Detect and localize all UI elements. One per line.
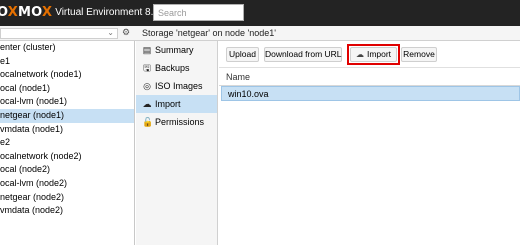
- tree-item[interactable]: ocal-lvm (node1): [0, 95, 134, 109]
- search-input[interactable]: [153, 4, 244, 21]
- panel-toolbar: Upload Download from URL ☁ Import Remove: [219, 41, 520, 68]
- page-title: Storage 'netgear' on node 'node1': [142, 28, 276, 38]
- nav-label: ISO Images: [155, 81, 203, 91]
- top-bar: OXMOX Virtual Environment 8.3.0: [0, 0, 520, 26]
- tree-item[interactable]: vmdata (node2): [0, 204, 134, 218]
- download-url-button[interactable]: Download from URL: [264, 47, 342, 62]
- view-selector[interactable]: ⌄: [0, 28, 118, 39]
- table-row[interactable]: win10.ova: [221, 86, 520, 101]
- unlock-icon: 🔓: [142, 117, 154, 127]
- logo-brand: OXMOX: [0, 4, 53, 20]
- tree-item[interactable]: e1: [0, 55, 134, 69]
- nav-import[interactable]: ☁ Import: [136, 95, 217, 113]
- chevron-down-icon: ⌄: [107, 28, 114, 37]
- tree-item[interactable]: ocalnetwork (node1): [0, 68, 134, 82]
- resource-tree: enter (cluster) e1 ocalnetwork (node1) o…: [0, 41, 135, 245]
- product-version: Virtual Environment 8.3.0: [55, 6, 168, 18]
- tree-item[interactable]: ocal-lvm (node2): [0, 177, 134, 191]
- tree-item[interactable]: ocal (node1): [0, 82, 134, 96]
- view-toolbar: ⌄ ⚙: [0, 26, 135, 41]
- proxmox-logo[interactable]: OXMOX Virtual Environment 8.3.0: [0, 3, 167, 21]
- tree-item[interactable]: ocal (node2): [0, 163, 134, 177]
- nav-label: Summary: [155, 45, 194, 55]
- nav-label: Permissions: [155, 117, 205, 127]
- tree-item[interactable]: ocalnetwork (node2): [0, 150, 134, 164]
- file-name: win10.ova: [228, 89, 269, 99]
- tree-item[interactable]: vmdata (node1): [0, 123, 134, 137]
- storage-subnav: ▤ Summary 🖫 Backups ◎ ISO Images ☁ Impor…: [136, 41, 218, 245]
- backups-icon: 🖫: [143, 63, 151, 73]
- nav-summary[interactable]: ▤ Summary: [136, 41, 217, 59]
- import-panel: Upload Download from URL ☁ Import Remove …: [219, 41, 520, 245]
- gear-icon[interactable]: ⚙: [122, 27, 130, 38]
- tree-item[interactable]: enter (cluster): [0, 41, 134, 55]
- tree-item-selected[interactable]: netgear (node1): [0, 108, 134, 123]
- nav-label: Backups: [155, 63, 190, 73]
- import-button[interactable]: ☁ Import: [350, 47, 397, 62]
- cloud-upload-icon: ☁: [355, 50, 364, 59]
- remove-button[interactable]: Remove: [401, 47, 437, 62]
- cloud-upload-icon: ☁: [142, 99, 152, 109]
- nav-iso-images[interactable]: ◎ ISO Images: [136, 77, 217, 95]
- nav-backups[interactable]: 🖫 Backups: [136, 59, 217, 77]
- summary-icon: ▤: [142, 45, 152, 55]
- column-name[interactable]: Name: [226, 72, 250, 82]
- iso-icon: ◎: [143, 81, 151, 91]
- grid-header: Name: [219, 68, 520, 86]
- tree-item[interactable]: netgear (node2): [0, 191, 134, 205]
- import-label: Import: [366, 49, 392, 59]
- content-header: Storage 'netgear' on node 'node1': [135, 26, 520, 41]
- nav-permissions[interactable]: 🔓 Permissions: [136, 113, 217, 131]
- nav-label: Import: [155, 99, 181, 109]
- upload-button[interactable]: Upload: [226, 47, 259, 62]
- tree-item[interactable]: e2: [0, 136, 134, 150]
